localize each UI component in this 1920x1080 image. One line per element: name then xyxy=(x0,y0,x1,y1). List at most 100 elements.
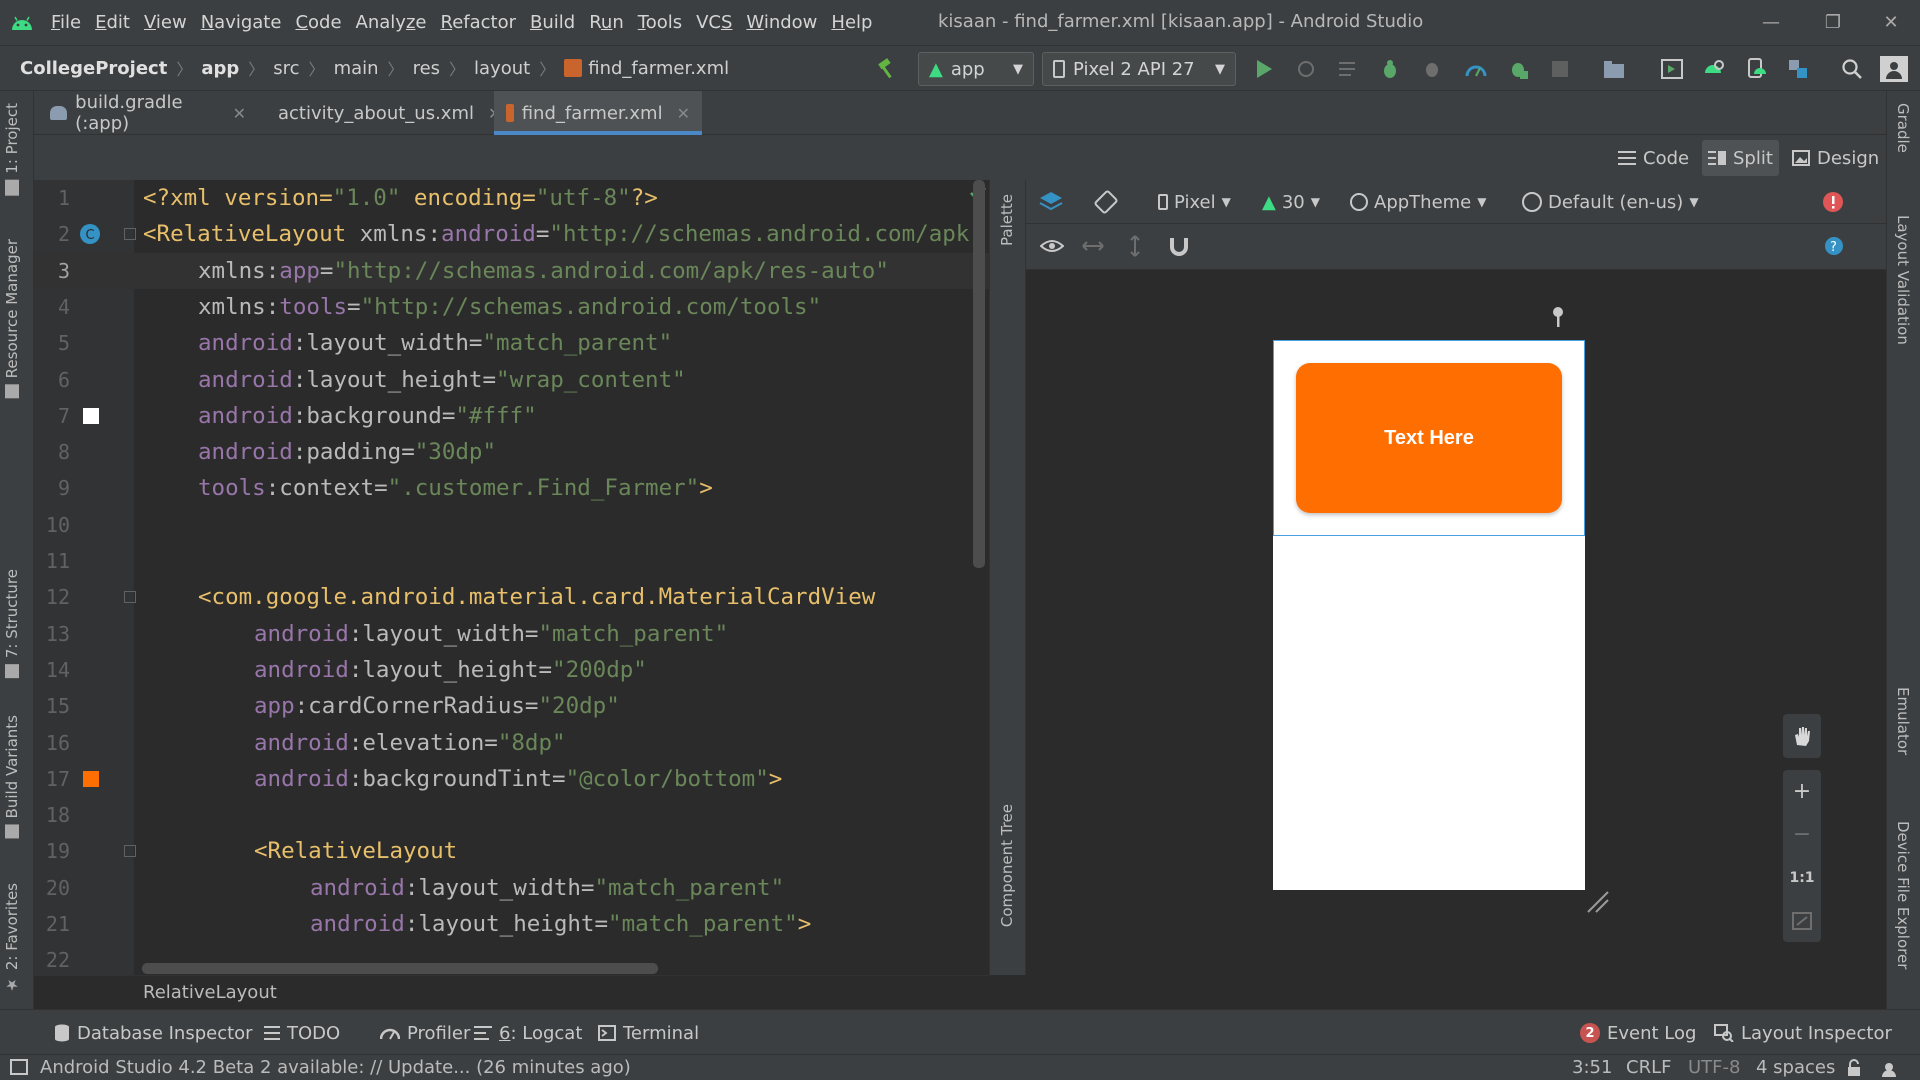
code-line[interactable]: 21 android:layout_height="match_parent"> xyxy=(34,906,989,942)
breadcrumb-src[interactable]: src xyxy=(273,58,299,79)
apply-changes-icon[interactable] xyxy=(1292,56,1320,82)
tab-find-farmer[interactable]: find_farmer.xml ✕ xyxy=(494,91,702,135)
zoom-out-button[interactable]: − xyxy=(1793,813,1811,856)
menu-item[interactable]: File xyxy=(44,12,88,33)
layout-inspector-tool[interactable]: Layout Inspector xyxy=(1714,1020,1892,1046)
selected-relative-layout[interactable]: Text Here xyxy=(1273,340,1585,536)
project-tool-tab[interactable]: 1: Project xyxy=(3,103,21,196)
stop-icon[interactable] xyxy=(1546,56,1574,82)
code-view-button[interactable]: Code xyxy=(1612,140,1695,176)
menu-item[interactable]: Tools xyxy=(631,12,689,33)
code-line[interactable]: 18 xyxy=(34,797,989,833)
fold-icon[interactable] xyxy=(124,845,136,858)
code-line[interactable]: 10 xyxy=(34,507,989,543)
structure-tool-tab[interactable]: 7: Structure xyxy=(3,569,21,679)
resize-handle-icon[interactable] xyxy=(1586,890,1610,919)
code-line[interactable]: 8 android:padding="30dp" xyxy=(34,434,989,470)
gradle-tool-tab[interactable]: Gradle xyxy=(1894,103,1912,153)
tab-build-gradle[interactable]: build.gradle (:app) ✕ xyxy=(34,91,258,135)
sdk-manager-icon[interactable] xyxy=(1784,56,1812,82)
breadcrumb-project[interactable]: CollegeProject xyxy=(20,58,167,79)
breadcrumb-layout[interactable]: layout xyxy=(474,58,530,79)
code-line[interactable]: 13 android:layout_width="match_parent" xyxy=(34,616,989,652)
device-manager-icon[interactable] xyxy=(1742,56,1770,82)
menu-item[interactable]: Help xyxy=(824,12,879,33)
code-line[interactable]: 19 <RelativeLayout xyxy=(34,833,989,869)
profile-icon[interactable] xyxy=(1462,56,1490,82)
code-line[interactable]: 14 android:layout_height="200dp" xyxy=(34,652,989,688)
code-line[interactable]: 1 <?xml version="1.0" encoding="utf-8"?> xyxy=(34,180,989,216)
device-dropdown[interactable]: Pixel 2 API 27 ▼ xyxy=(1042,52,1236,86)
menu-item[interactable]: Window xyxy=(739,12,824,33)
breadcrumb-file[interactable]: find_farmer.xml xyxy=(588,58,729,79)
close-tab-icon[interactable]: ✕ xyxy=(677,104,690,123)
theme-dropdown[interactable]: AppTheme ▼ xyxy=(1350,188,1487,216)
breadcrumb-module[interactable]: app xyxy=(201,58,239,79)
fold-icon[interactable] xyxy=(124,591,136,604)
code-line[interactable]: 5 android:layout_width="match_parent" xyxy=(34,325,989,361)
code-line[interactable]: 2 C <RelativeLayout xmlns:android="http://… xyxy=(34,216,989,252)
design-view-button[interactable]: Design xyxy=(1786,140,1885,176)
code-line[interactable]: 17 android:backgroundTint="@color/bottom"… xyxy=(34,761,989,797)
code-line[interactable]: 12 <com.google.android.material.card.Mate… xyxy=(34,579,989,615)
todo-tool[interactable]: TODO xyxy=(264,1020,340,1046)
lock-icon[interactable] xyxy=(1846,1059,1862,1080)
file-encoding[interactable]: UTF-8 xyxy=(1688,1057,1740,1078)
layout-validation-tool-tab[interactable]: Layout Validation xyxy=(1894,215,1912,345)
caret-position[interactable]: 3:51 xyxy=(1572,1057,1612,1078)
run-config-dropdown[interactable]: ▲ app ▼ xyxy=(918,52,1034,86)
line-separator[interactable]: CRLF xyxy=(1626,1057,1671,1078)
apply-code-changes-icon[interactable] xyxy=(1334,56,1362,82)
avd-manager-icon[interactable] xyxy=(1700,56,1728,82)
zoom-to-fit-icon[interactable] xyxy=(1792,899,1812,942)
vertical-resize-icon[interactable] xyxy=(1128,232,1142,260)
menu-item[interactable]: Analyze xyxy=(349,12,434,33)
menu-item[interactable]: Run xyxy=(582,12,631,33)
search-icon[interactable] xyxy=(1838,56,1866,82)
favorites-tool-tab[interactable]: ★ 2: Favorites xyxy=(3,883,21,994)
help-icon[interactable]: ? xyxy=(1824,232,1844,260)
view-options-eye-icon[interactable] xyxy=(1040,232,1064,260)
horizontal-resize-icon[interactable] xyxy=(1082,232,1104,260)
notifications-icon[interactable] xyxy=(1880,1059,1898,1080)
color-swatch-white-icon[interactable] xyxy=(83,407,99,424)
code-line[interactable]: 16 android:elevation="8dp" xyxy=(34,725,989,761)
phone-preview[interactable]: Text Here xyxy=(1273,340,1585,890)
code-line[interactable]: 7 android:background="#fff" xyxy=(34,398,989,434)
vertical-scrollbar[interactable] xyxy=(973,180,985,568)
breadcrumb-res[interactable]: res xyxy=(413,58,440,79)
split-view-button[interactable]: Split xyxy=(1702,140,1779,176)
code-line[interactable]: 15 app:cardCornerRadius="20dp" xyxy=(34,688,989,724)
profiler-tool[interactable]: Profiler xyxy=(380,1020,470,1046)
error-indicator-icon[interactable] xyxy=(1822,188,1844,216)
orientation-rotate-icon[interactable] xyxy=(1094,188,1118,216)
zoom-in-button[interactable]: + xyxy=(1793,770,1811,813)
restore-icon[interactable]: ❐ xyxy=(1818,8,1848,36)
code-line[interactable]: 9 tools:context=".customer.Find_Farmer"> xyxy=(34,470,989,506)
make-project-hammer-icon[interactable] xyxy=(873,56,901,82)
attach-process-icon[interactable] xyxy=(1504,56,1532,82)
close-icon[interactable]: ✕ xyxy=(1876,8,1906,36)
build-variants-tool-tab[interactable]: Build Variants xyxy=(3,715,21,839)
emulator-tool-tab[interactable]: Emulator xyxy=(1894,687,1912,755)
code-editor[interactable]: 1 <?xml version="1.0" encoding="utf-8"?> … xyxy=(34,180,989,975)
attach-debugger-icon[interactable] xyxy=(1418,56,1446,82)
logcat-tool[interactable]: 6: Logcat xyxy=(474,1020,582,1046)
menu-item[interactable]: Edit xyxy=(88,12,137,33)
code-line[interactable]: 11 xyxy=(34,543,989,579)
code-line[interactable]: 20 android:layout_width="match_parent" xyxy=(34,870,989,906)
fold-icon[interactable] xyxy=(124,228,136,241)
run-icon[interactable] xyxy=(1250,56,1278,82)
database-inspector-tool[interactable]: Database Inspector xyxy=(54,1020,253,1046)
code-line[interactable]: 6 android:layout_height="wrap_content" xyxy=(34,362,989,398)
color-swatch-orange-icon[interactable] xyxy=(83,770,99,787)
design-canvas[interactable]: Text Here + − 1:1 xyxy=(1026,270,1886,975)
tab-activity-about-us[interactable]: activity_about_us.xml✕ xyxy=(258,91,501,135)
menu-item[interactable]: VCS xyxy=(689,12,739,33)
resource-manager-tool-tab[interactable]: Resource Manager xyxy=(3,239,21,399)
horizontal-scrollbar[interactable] xyxy=(142,963,658,974)
pin-tool-icon[interactable] xyxy=(1550,306,1566,333)
material-card-view[interactable]: Text Here xyxy=(1296,363,1562,513)
zoom-actual-size-button[interactable]: 1:1 xyxy=(1789,856,1814,899)
event-log-tool[interactable]: 2 Event Log xyxy=(1580,1020,1696,1046)
